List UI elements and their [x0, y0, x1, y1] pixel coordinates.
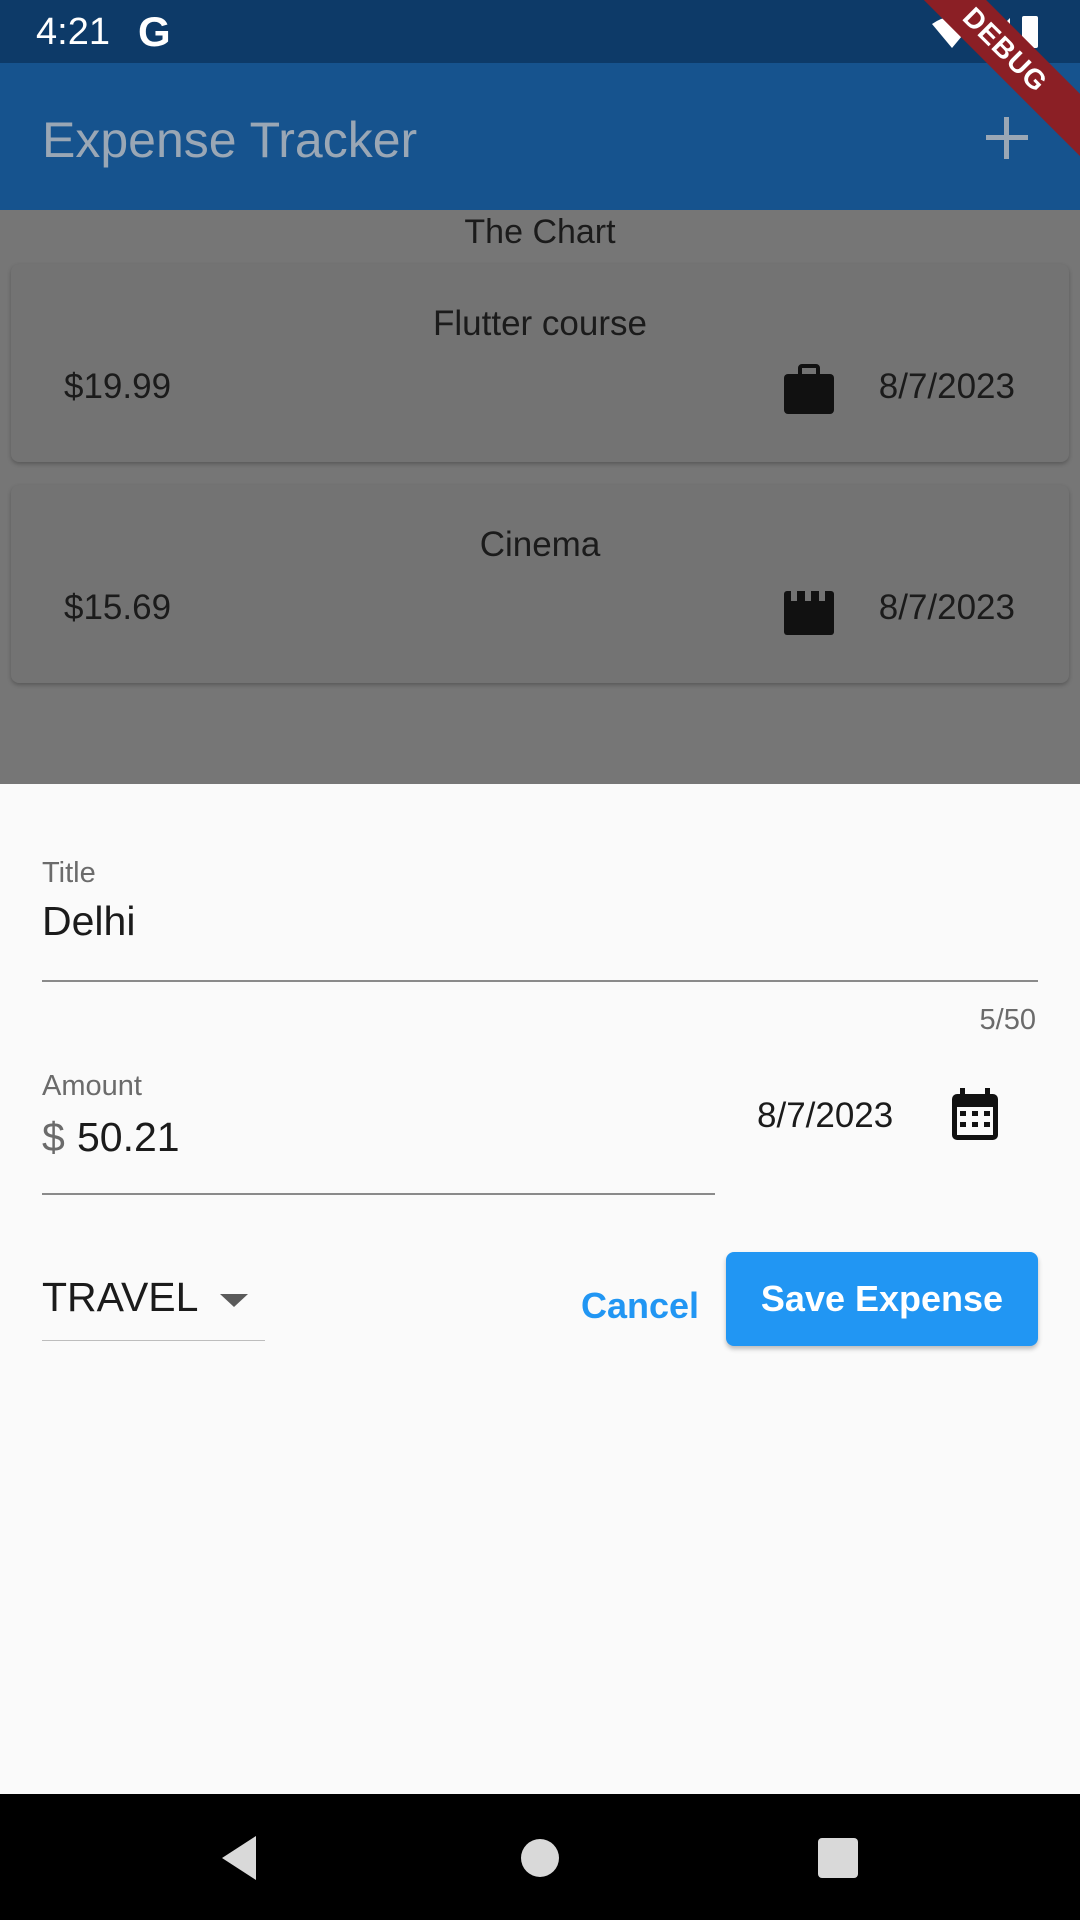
dropdown-underline — [42, 1340, 265, 1341]
app-title: Expense Tracker — [42, 112, 418, 168]
new-expense-sheet: Title Delhi 5/50 Amount $ 50.21 8/7/2023… — [0, 784, 1080, 1794]
chart-placeholder: The Chart — [464, 213, 616, 251]
date-picker-button[interactable] — [946, 1086, 1004, 1144]
plus-icon — [986, 117, 1028, 159]
title-input[interactable]: Delhi — [42, 898, 135, 945]
google-icon: G — [138, 8, 171, 55]
expense-date: 8/7/2023 — [878, 367, 1015, 406]
movie-clapper-icon — [784, 591, 834, 635]
category-dropdown-value: TRAVEL — [42, 1274, 199, 1320]
amount-input-underline — [42, 1193, 715, 1195]
work-briefcase-icon — [784, 364, 834, 414]
status-bar: 4:21 G — [0, 0, 1080, 63]
expense-amount: $19.99 — [64, 367, 172, 406]
expense-date: 8/7/2023 — [878, 588, 1015, 627]
amount-field-label: Amount — [42, 1070, 142, 1102]
status-time: 4:21 — [36, 11, 110, 53]
expense-title: Flutter course — [433, 304, 647, 343]
dropdown-arrow-icon — [220, 1294, 248, 1307]
expense-card[interactable]: Flutter course $19.99 8/7/2023 — [11, 264, 1069, 462]
selected-date: 8/7/2023 — [757, 1096, 894, 1135]
expense-list-area: The Chart Flutter course $19.99 8/7/2023… — [0, 210, 1080, 784]
title-char-counter: 5/50 — [979, 1004, 1036, 1036]
expense-title: Cinema — [479, 525, 601, 564]
cancel-button[interactable]: Cancel — [566, 1264, 714, 1348]
calendar-icon — [952, 1088, 998, 1140]
amount-input[interactable]: 50.21 — [77, 1114, 180, 1161]
home-icon[interactable] — [510, 1828, 570, 1888]
save-expense-button[interactable]: Save Expense — [726, 1252, 1038, 1346]
title-input-underline — [42, 980, 1038, 982]
expense-card[interactable]: Cinema $15.69 8/7/2023 — [11, 485, 1069, 683]
add-expense-button[interactable] — [972, 103, 1042, 173]
system-nav-bar — [0, 1794, 1080, 1920]
recents-icon[interactable] — [808, 1828, 868, 1888]
expense-amount: $15.69 — [64, 588, 172, 627]
title-field-label: Title — [42, 857, 96, 889]
amount-currency-prefix: $ — [42, 1114, 65, 1160]
app-bar: Expense Tracker — [0, 63, 1080, 210]
back-icon[interactable] — [210, 1828, 270, 1888]
